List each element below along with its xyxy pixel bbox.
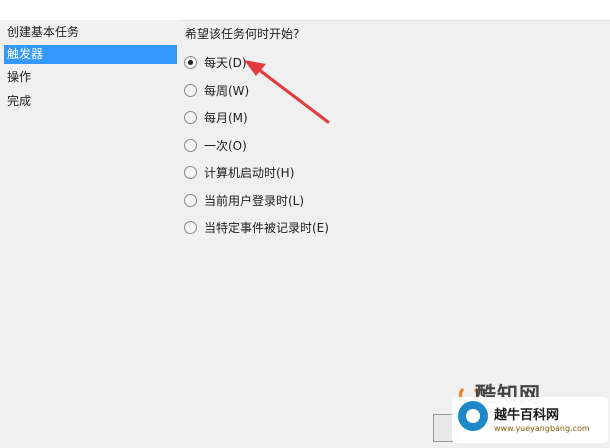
- radio-event-logged[interactable]: [184, 220, 197, 234]
- option-monthly-label: 每月(M): [204, 110, 248, 125]
- radio-monthly[interactable]: [184, 110, 197, 124]
- step-trigger[interactable]: 触发器: [4, 45, 177, 64]
- option-computer-startup[interactable]: 计算机启动时(H): [180, 162, 294, 182]
- trigger-question: 希望该任务何时开始?: [185, 27, 300, 41]
- option-monthly[interactable]: 每月(M): [180, 107, 248, 127]
- wizard-steps-sidebar: 创建基本任务 触发器 操作 完成: [0, 20, 180, 448]
- option-weekly[interactable]: 每周(W): [180, 80, 249, 100]
- option-daily[interactable]: 每天(D): [180, 52, 247, 72]
- badge-logo-icon: [458, 401, 488, 431]
- option-daily-label: 每天(D): [204, 55, 247, 70]
- option-weekly-label: 每周(W): [204, 83, 250, 98]
- window-top-bar: [0, 0, 610, 21]
- radio-once[interactable]: [184, 138, 197, 152]
- option-computer-startup-label: 计算机启动时(H): [204, 165, 295, 180]
- radio-daily[interactable]: [184, 55, 197, 69]
- radio-weekly[interactable]: [184, 83, 197, 97]
- step-action[interactable]: 操作: [4, 68, 31, 87]
- radio-computer-startup[interactable]: [184, 165, 197, 179]
- step-create-basic-task[interactable]: 创建基本任务: [4, 23, 79, 42]
- option-once-label: 一次(O): [204, 138, 247, 153]
- trigger-panel: 希望该任务何时开始? 每天(D) 每周(W) 每月(M) 一次(O) 计算机启动…: [180, 20, 610, 448]
- option-event-logged[interactable]: 当特定事件被记录时(E): [180, 217, 329, 237]
- radio-user-logon[interactable]: [184, 193, 197, 207]
- step-finish[interactable]: 完成: [4, 92, 31, 111]
- option-event-logged-label: 当特定事件被记录时(E): [204, 220, 329, 235]
- watermark-badge-title: 越牛百科网: [494, 408, 560, 423]
- option-user-logon[interactable]: 当前用户登录时(L): [180, 190, 304, 210]
- option-user-logon-label: 当前用户登录时(L): [204, 193, 305, 208]
- option-once[interactable]: 一次(O): [180, 135, 247, 155]
- watermark-badge-url: www.yueyangbang.com: [494, 424, 590, 433]
